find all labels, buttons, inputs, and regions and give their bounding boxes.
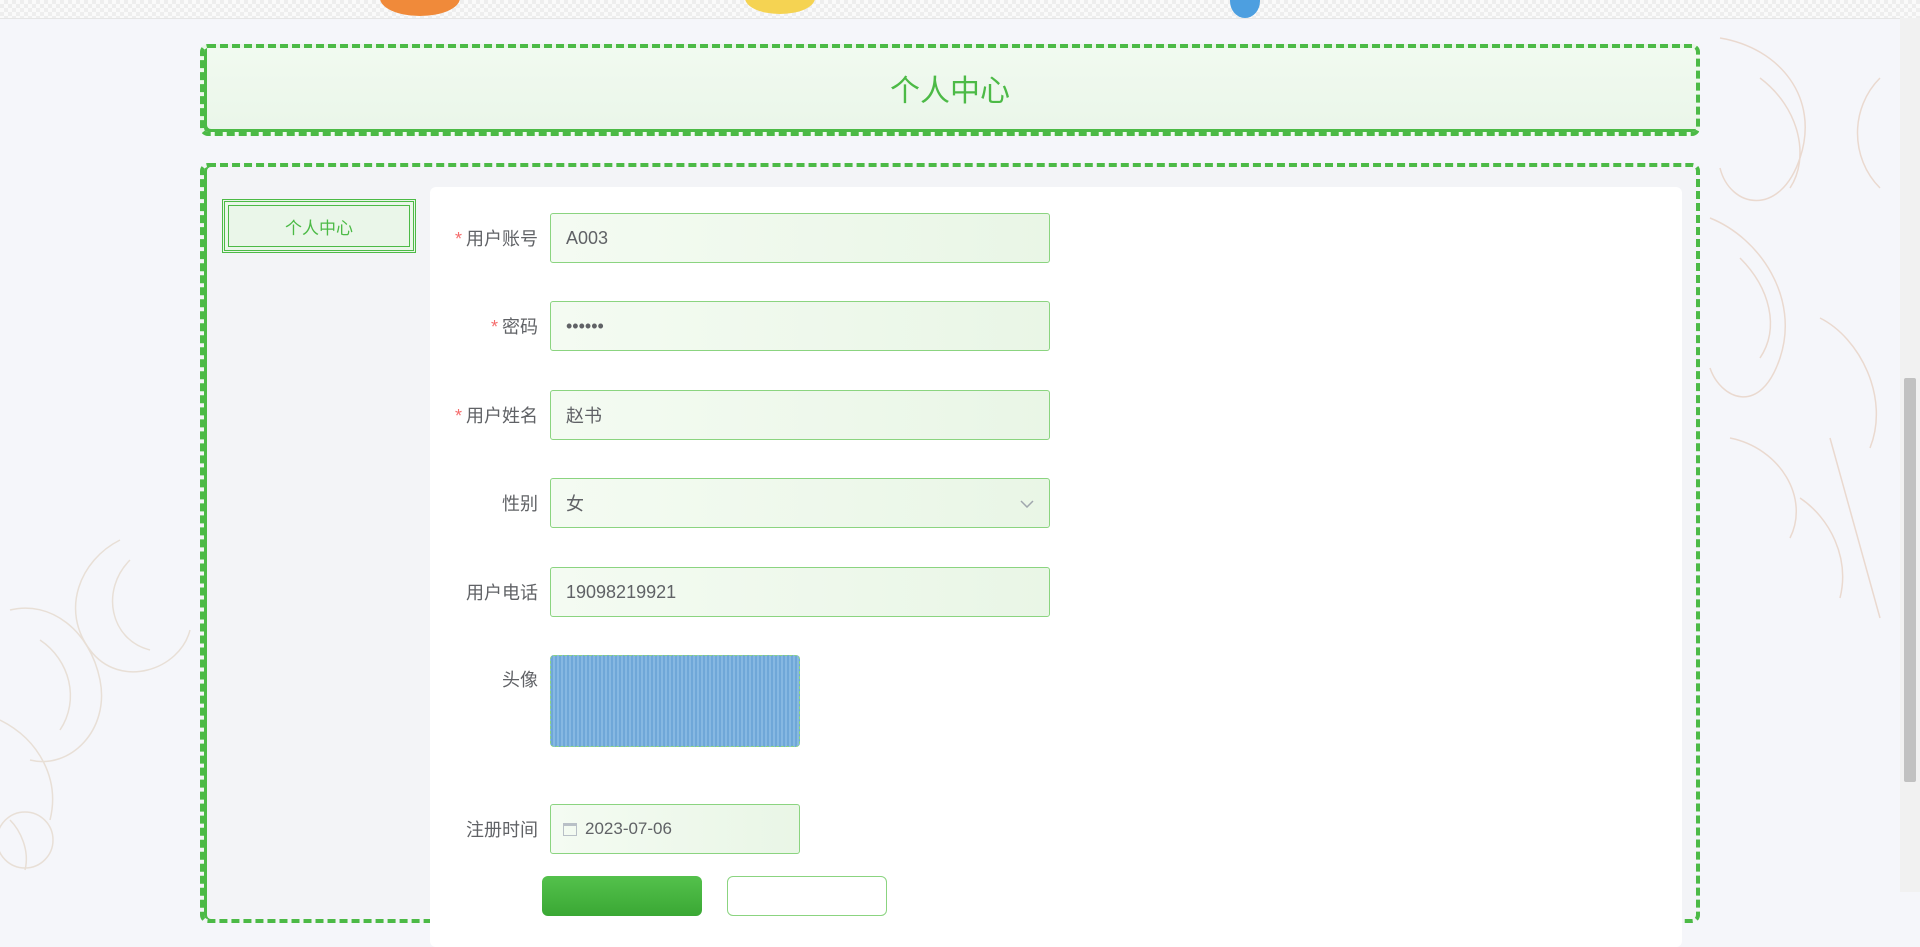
scrollbar-thumb[interactable] <box>1904 378 1916 782</box>
form-row-password: * 密码 •••••• <box>430 301 1050 351</box>
form-row-register-time: 注册时间 2023-07-06 <box>430 804 800 854</box>
top-banner-strip <box>0 0 1920 19</box>
profile-form: * 用户账号 A003 * 密码 •••••• * 用户姓名 赵书 性别 女 用户电话… <box>430 187 1682 947</box>
left-flower-decoration <box>0 539 191 871</box>
sidebar-item-personal-center[interactable]: 个人中心 <box>222 199 416 253</box>
form-row-avatar: 头像 <box>430 655 800 747</box>
form-row-gender: 性别 女 <box>430 478 1050 528</box>
page-scrollbar[interactable] <box>1900 18 1920 892</box>
account-input[interactable]: A003 <box>550 213 1050 263</box>
password-input[interactable]: •••••• <box>550 301 1050 351</box>
register-time-input[interactable]: 2023-07-06 <box>550 804 800 854</box>
reset-button[interactable] <box>727 876 887 916</box>
gender-label: 性别 <box>502 494 538 514</box>
page-title: 个人中心 <box>890 75 1010 108</box>
register-time-label: 注册时间 <box>466 820 538 840</box>
form-row-name: * 用户姓名 赵书 <box>430 390 1050 440</box>
name-input[interactable]: 赵书 <box>550 390 1050 440</box>
calendar-icon <box>563 822 577 836</box>
name-label: * 用户姓名 <box>454 406 538 426</box>
password-label: * 密码 <box>490 317 538 337</box>
phone-label: 用户电话 <box>466 583 538 603</box>
banner-decoration-orange <box>380 0 460 16</box>
required-mark: * <box>454 229 462 249</box>
account-label: * 用户账号 <box>454 229 538 249</box>
save-button[interactable] <box>542 876 702 916</box>
form-row-account: * 用户账号 A003 <box>430 213 1050 263</box>
banner-decoration-yellow <box>745 0 815 14</box>
avatar-label: 头像 <box>502 670 538 690</box>
gender-selected-value: 女 <box>566 494 584 514</box>
gender-select[interactable]: 女 <box>550 478 1050 528</box>
page-title-panel: 个人中心 <box>200 44 1700 136</box>
chevron-down-icon <box>1020 495 1034 511</box>
required-mark: * <box>454 406 462 426</box>
required-mark: * <box>490 317 498 337</box>
avatar-upload[interactable] <box>550 655 800 747</box>
banner-decoration-blue <box>1230 0 1260 18</box>
main-panel: 个人中心 * 用户账号 A003 * 密码 •••••• * 用户姓名 赵书 性别 女… <box>200 163 1700 947</box>
form-row-phone: 用户电话 19098219921 <box>430 567 1050 617</box>
phone-input[interactable]: 19098219921 <box>550 567 1050 617</box>
right-flower-decoration <box>1709 37 1881 619</box>
